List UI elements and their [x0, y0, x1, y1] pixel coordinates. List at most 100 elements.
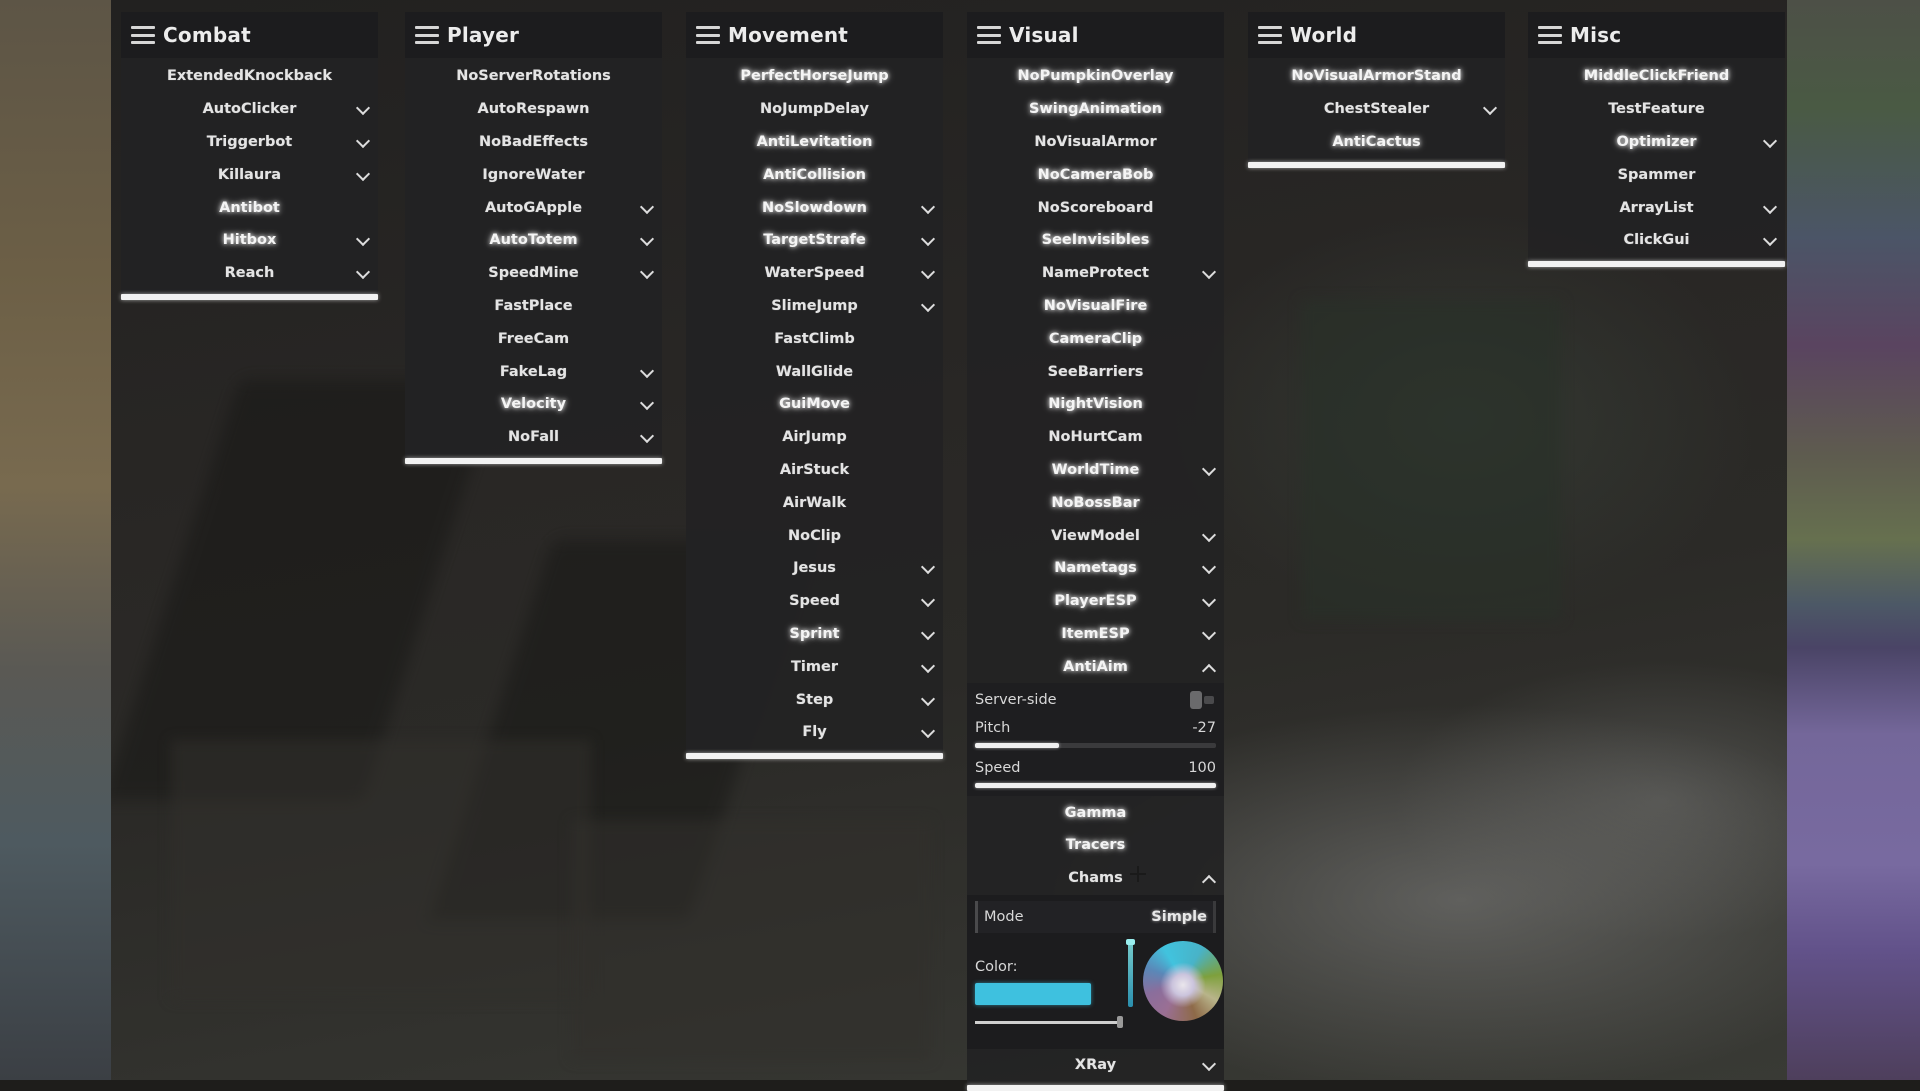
module-nopumpkinoverlay[interactable]: NoPumpkinOverlay	[967, 60, 1224, 93]
module-anticactus[interactable]: AntiCactus	[1248, 126, 1505, 159]
module-targetstrafe[interactable]: TargetStrafe	[686, 224, 943, 257]
module-testfeature[interactable]: TestFeature	[1528, 93, 1785, 126]
module-antiaim[interactable]: AntiAim	[967, 650, 1224, 683]
module-waterspeed[interactable]: WaterSpeed	[686, 257, 943, 290]
module-autoclicker[interactable]: AutoClicker	[121, 93, 378, 126]
module-seebarriers[interactable]: SeeBarriers	[967, 355, 1224, 388]
chevron-down-icon[interactable]	[355, 232, 371, 247]
chevron-down-icon[interactable]	[1201, 265, 1217, 280]
chevron-up-icon[interactable]	[1201, 875, 1217, 890]
module-optimizer[interactable]: Optimizer	[1528, 126, 1785, 159]
module-autogapple[interactable]: AutoGApple	[405, 191, 662, 224]
module-antibot[interactable]: Antibot	[121, 191, 378, 224]
chevron-down-icon[interactable]	[1201, 527, 1217, 542]
module-nametags[interactable]: Nametags	[967, 552, 1224, 585]
module-chams[interactable]: Chams	[967, 862, 1224, 895]
module-nohurtcam[interactable]: NoHurtCam	[967, 421, 1224, 454]
panel-header[interactable]: Player	[405, 12, 662, 58]
chevron-down-icon[interactable]	[1201, 593, 1217, 608]
chevron-down-icon[interactable]	[639, 429, 655, 444]
module-cheststealer[interactable]: ChestStealer	[1248, 93, 1505, 126]
panel-header[interactable]: Combat	[121, 12, 378, 58]
module-arraylist[interactable]: ArrayList	[1528, 191, 1785, 224]
hamburger-menu-icon[interactable]	[1258, 26, 1282, 44]
chevron-down-icon[interactable]	[1762, 199, 1778, 214]
chevron-down-icon[interactable]	[920, 658, 936, 673]
module-cameraclip[interactable]: CameraClip	[967, 322, 1224, 355]
module-freecam[interactable]: FreeCam	[405, 322, 662, 355]
module-noslowdown[interactable]: NoSlowdown	[686, 191, 943, 224]
module-clickgui[interactable]: ClickGui	[1528, 224, 1785, 257]
chevron-down-icon[interactable]	[639, 199, 655, 214]
module-autototem[interactable]: AutoTotem	[405, 224, 662, 257]
chevron-down-icon[interactable]	[920, 625, 936, 641]
chevron-down-icon[interactable]	[639, 363, 655, 378]
mode-value[interactable]: Simple	[1151, 909, 1207, 925]
chevron-down-icon[interactable]	[920, 199, 936, 214]
speed-slider-track[interactable]	[975, 783, 1216, 789]
module-airwalk[interactable]: AirWalk	[686, 486, 943, 519]
module-novisualarmor[interactable]: NoVisualArmor	[967, 126, 1224, 159]
module-nightvision[interactable]: NightVision	[967, 388, 1224, 421]
module-extendedknockback[interactable]: ExtendedKnockback	[121, 60, 378, 93]
module-wallglide[interactable]: WallGlide	[686, 355, 943, 388]
module-nofall[interactable]: NoFall	[405, 421, 662, 454]
module-fly[interactable]: Fly	[686, 716, 943, 749]
panel-header[interactable]: World	[1248, 12, 1505, 58]
chevron-down-icon[interactable]	[355, 101, 371, 116]
module-seeinvisibles[interactable]: SeeInvisibles	[967, 224, 1224, 257]
module-timer[interactable]: Timer	[686, 650, 943, 683]
chevron-down-icon[interactable]	[1482, 101, 1498, 116]
chevron-down-icon[interactable]	[639, 396, 655, 411]
panel-header[interactable]: Misc	[1528, 12, 1785, 58]
pitch-slider[interactable]: Pitch -27	[975, 716, 1216, 756]
brightness-slider-handle[interactable]	[1126, 938, 1135, 945]
module-reach[interactable]: Reach	[121, 257, 378, 290]
module-middleclickfriend[interactable]: MiddleClickFriend	[1528, 60, 1785, 93]
chevron-down-icon[interactable]	[1762, 133, 1778, 149]
module-noclip[interactable]: NoClip	[686, 519, 943, 552]
chevron-down-icon[interactable]	[920, 560, 936, 575]
chevron-up-icon[interactable]	[1201, 663, 1217, 678]
module-speed[interactable]: Speed	[686, 585, 943, 618]
hamburger-menu-icon[interactable]	[696, 26, 720, 44]
server-side-toggle[interactable]	[1188, 690, 1216, 710]
module-autorespawn[interactable]: AutoRespawn	[405, 93, 662, 126]
chevron-down-icon[interactable]	[1762, 232, 1778, 247]
module-fastclimb[interactable]: FastClimb	[686, 322, 943, 355]
module-nojumpdelay[interactable]: NoJumpDelay	[686, 93, 943, 126]
module-nameprotect[interactable]: NameProtect	[967, 257, 1224, 290]
module-novisualarmorstand[interactable]: NoVisualArmorStand	[1248, 60, 1505, 93]
module-speedmine[interactable]: SpeedMine	[405, 257, 662, 290]
module-novisualfire[interactable]: NoVisualFire	[967, 290, 1224, 323]
module-ignorewater[interactable]: IgnoreWater	[405, 158, 662, 191]
module-step[interactable]: Step	[686, 683, 943, 716]
module-viewmodel[interactable]: ViewModel	[967, 519, 1224, 552]
hamburger-menu-icon[interactable]	[977, 26, 1001, 44]
module-playeresp[interactable]: PlayerESP	[967, 585, 1224, 618]
module-hitbox[interactable]: Hitbox	[121, 224, 378, 257]
chevron-down-icon[interactable]	[639, 232, 655, 247]
module-sprint[interactable]: Sprint	[686, 618, 943, 651]
module-nobossbar[interactable]: NoBossBar	[967, 486, 1224, 519]
chevron-down-icon[interactable]	[920, 265, 936, 280]
chevron-down-icon[interactable]	[1201, 560, 1217, 575]
panel-header[interactable]: Movement	[686, 12, 943, 58]
chevron-down-icon[interactable]	[355, 133, 371, 149]
chevron-down-icon[interactable]	[1201, 625, 1217, 641]
module-gamma[interactable]: Gamma	[967, 796, 1224, 829]
chevron-down-icon[interactable]	[920, 691, 936, 706]
alpha-slider-handle[interactable]	[1117, 1015, 1123, 1028]
module-guimove[interactable]: GuiMove	[686, 388, 943, 421]
module-triggerbot[interactable]: Triggerbot	[121, 126, 378, 159]
module-swinganimation[interactable]: SwingAnimation	[967, 93, 1224, 126]
mode-selector[interactable]: Mode Simple	[975, 900, 1216, 933]
chevron-down-icon[interactable]	[1201, 461, 1217, 477]
panel-header[interactable]: Visual	[967, 12, 1224, 58]
chevron-down-icon[interactable]	[920, 724, 936, 739]
color-wheel[interactable]	[1143, 940, 1223, 1021]
module-xray[interactable]: XRay	[967, 1049, 1224, 1082]
pitch-slider-track[interactable]	[975, 743, 1216, 749]
chevron-down-icon[interactable]	[639, 265, 655, 280]
module-airstuck[interactable]: AirStuck	[686, 454, 943, 487]
